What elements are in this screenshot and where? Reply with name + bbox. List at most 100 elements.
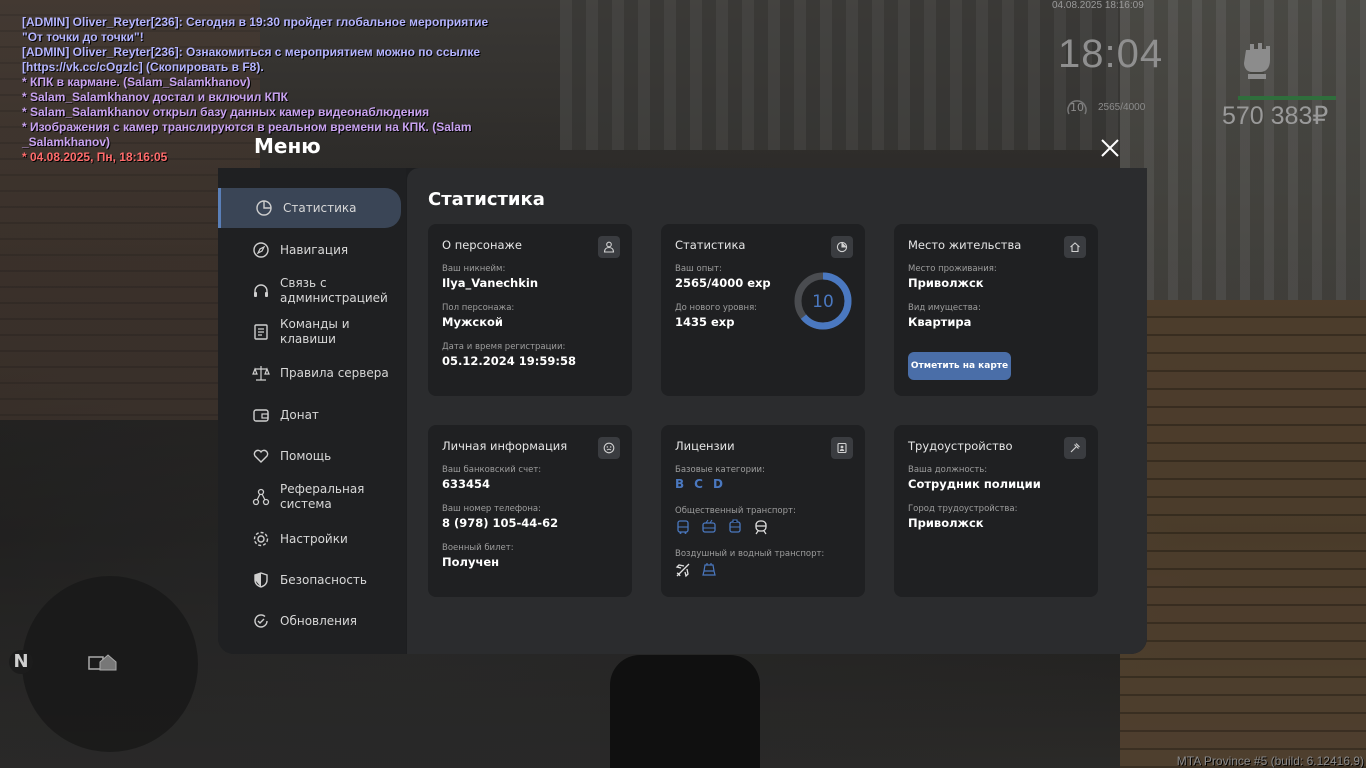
- hud-datetime: 04.08.2025 18:16:09: [1052, 0, 1144, 11]
- wallet-icon: [253, 409, 269, 422]
- public-transport-icons: [675, 519, 769, 535]
- sidebar-item-commands[interactable]: Команды и клавиши: [218, 317, 398, 346]
- refresh-check-icon: [254, 614, 268, 628]
- chat-line: "От точки до точки"!: [22, 30, 144, 44]
- background-metal-door: [560, 0, 1120, 150]
- field-label: Пол персонажа:: [442, 303, 515, 313]
- chat-line: [ADMIN] Oliver_Reyter[236]: Ознакомиться…: [22, 45, 481, 59]
- sidebar-item-label: Помощь: [280, 448, 332, 463]
- sidebar-item-label: Донат: [280, 407, 319, 422]
- headset-icon: [254, 284, 268, 297]
- player-character: [610, 655, 760, 768]
- property-value: Квартира: [908, 315, 972, 329]
- basic-categories: B C D: [675, 477, 723, 491]
- hud-exp: 2565/4000: [1098, 102, 1146, 113]
- sidebar-item-label: Обновления: [280, 613, 358, 628]
- phone-value: 8 (978) 105-44-62: [442, 516, 559, 530]
- card-title: Трудоустройство: [908, 439, 1013, 453]
- field-label: Ваша должность:: [908, 465, 988, 475]
- card-title: Статистика: [675, 238, 746, 252]
- smiley-icon: [598, 437, 620, 459]
- card-title: О персонаже: [442, 238, 522, 252]
- card-residence: Место жительства Место проживания: Приво…: [894, 224, 1098, 396]
- network-icon: [252, 488, 270, 506]
- field-label: Вид имущества:: [908, 303, 981, 313]
- field-label: Ваш никнейм:: [442, 264, 506, 274]
- field-label: Воздушный и водный транспорт:: [675, 549, 825, 559]
- sidebar-item-label: Реферальная система: [280, 482, 365, 511]
- field-label: До нового уровня:: [675, 303, 758, 313]
- trolleybus-icon: [702, 519, 716, 533]
- sidebar-item-label: Навигация: [280, 242, 349, 257]
- sidebar-item-settings[interactable]: Настройки: [218, 529, 398, 549]
- sidebar-item-navigation[interactable]: Навигация: [218, 240, 398, 260]
- sidebar-item-contact-admin[interactable]: Связь с администрацией: [218, 276, 398, 306]
- card-statistics: Статистика Ваш опыт: 2565/4000 exp До но…: [661, 224, 865, 396]
- air-water-transport-icons: [675, 562, 717, 578]
- build-version: MTA Province #5 (build: 6.12416.9): [1176, 754, 1364, 768]
- sidebar-item-rules[interactable]: Правила сервера: [218, 363, 398, 383]
- sidebar: Статистика Навигация Связь с администрац…: [218, 168, 406, 654]
- train-icon: [755, 520, 767, 535]
- level-value: 10: [812, 292, 834, 312]
- field-label: Ваш номер телефона:: [442, 504, 541, 514]
- card-title: Лицензии: [675, 439, 735, 453]
- sidebar-item-label: Статистика: [283, 200, 357, 215]
- chat-line: * Salam_Salamkhanov достал и включил КПК: [22, 90, 288, 104]
- field-label: Ваш банковский счет:: [442, 465, 542, 475]
- sidebar-item-help[interactable]: Помощь: [218, 446, 398, 466]
- exp-value: 2565/4000 exp: [675, 276, 771, 290]
- license-category: C: [694, 477, 703, 491]
- gear-icon: [253, 531, 269, 547]
- residence-value: Приволжск: [908, 276, 984, 290]
- hammer-icon: [1064, 437, 1086, 459]
- bus-icon: [677, 520, 689, 534]
- chat-line: [ADMIN] Oliver_Reyter[236]: Сегодня в 19…: [22, 15, 489, 29]
- hud-level: 10: [1066, 98, 1092, 118]
- sidebar-item-donate[interactable]: Донат: [218, 405, 398, 425]
- card-character: О персонаже Ваш никнейм: Ilya_Vanechkin …: [428, 224, 632, 396]
- field-label: Дата и время регистрации:: [442, 342, 566, 352]
- content-title: Статистика: [428, 189, 545, 210]
- chat-line: [https://vk.cc/cOgzlc] (Скопировать в F8…: [22, 60, 264, 74]
- pie-chart-icon: [256, 200, 272, 216]
- card-title: Личная информация: [442, 439, 568, 453]
- sidebar-item-label: Правила сервера: [280, 365, 389, 380]
- job-city-value: Приволжск: [908, 516, 984, 530]
- background-brick-wall-right: [1120, 300, 1366, 768]
- airplane-icon: [675, 563, 690, 578]
- nickname-value: Ilya_Vanechkin: [442, 276, 539, 290]
- registration-value: 05.12.2024 19:59:58: [442, 354, 576, 368]
- field-label: Военный билет:: [442, 543, 514, 553]
- next-level-value: 1435 exp: [675, 315, 735, 329]
- sidebar-item-label: Команды и клавиши: [280, 317, 350, 346]
- mark-on-map-button[interactable]: Отметить на карте: [908, 352, 1011, 380]
- field-label: Город трудоустройства:: [908, 504, 1018, 514]
- license-category: B: [675, 477, 685, 491]
- close-icon[interactable]: [1098, 136, 1122, 160]
- id-card-icon: [831, 437, 853, 459]
- heart-hand-icon: [253, 449, 269, 463]
- hud-clock: 18:04: [1058, 32, 1164, 76]
- content-panel: Статистика О персонаже Ваш никнейм: Ilya…: [407, 168, 1147, 654]
- home-marker-icon: [88, 654, 117, 671]
- sidebar-item-updates[interactable]: Обновления: [218, 611, 398, 631]
- field-label: Базовые категории:: [675, 465, 765, 475]
- shield-icon: [254, 572, 268, 588]
- sidebar-item-label: Безопасность: [280, 572, 367, 587]
- sidebar-item-referral[interactable]: Реферальная система: [218, 482, 398, 512]
- sidebar-item-security[interactable]: Безопасность: [218, 570, 398, 590]
- license-category: D: [712, 477, 723, 491]
- boat-icon: [702, 563, 716, 576]
- card-personal-info: Личная информация Ваш банковский счет: 6…: [428, 425, 632, 597]
- card-title: Место жительства: [908, 238, 1022, 252]
- menu-window: Статистика Навигация Связь с администрац…: [218, 168, 1147, 654]
- home-icon: [1064, 236, 1086, 258]
- gender-value: Мужской: [442, 315, 503, 329]
- pie-chart-icon: [831, 236, 853, 258]
- sidebar-item-statistics[interactable]: Статистика: [218, 188, 401, 228]
- sidebar-item-label: Связь с администрацией: [280, 276, 388, 305]
- card-licenses: Лицензии Базовые категории: B C D Общест…: [661, 425, 865, 597]
- chat-line: * КПК в кармане. (Salam_Salamkhanov): [22, 75, 251, 89]
- card-employment: Трудоустройство Ваша должность: Сотрудни…: [894, 425, 1098, 597]
